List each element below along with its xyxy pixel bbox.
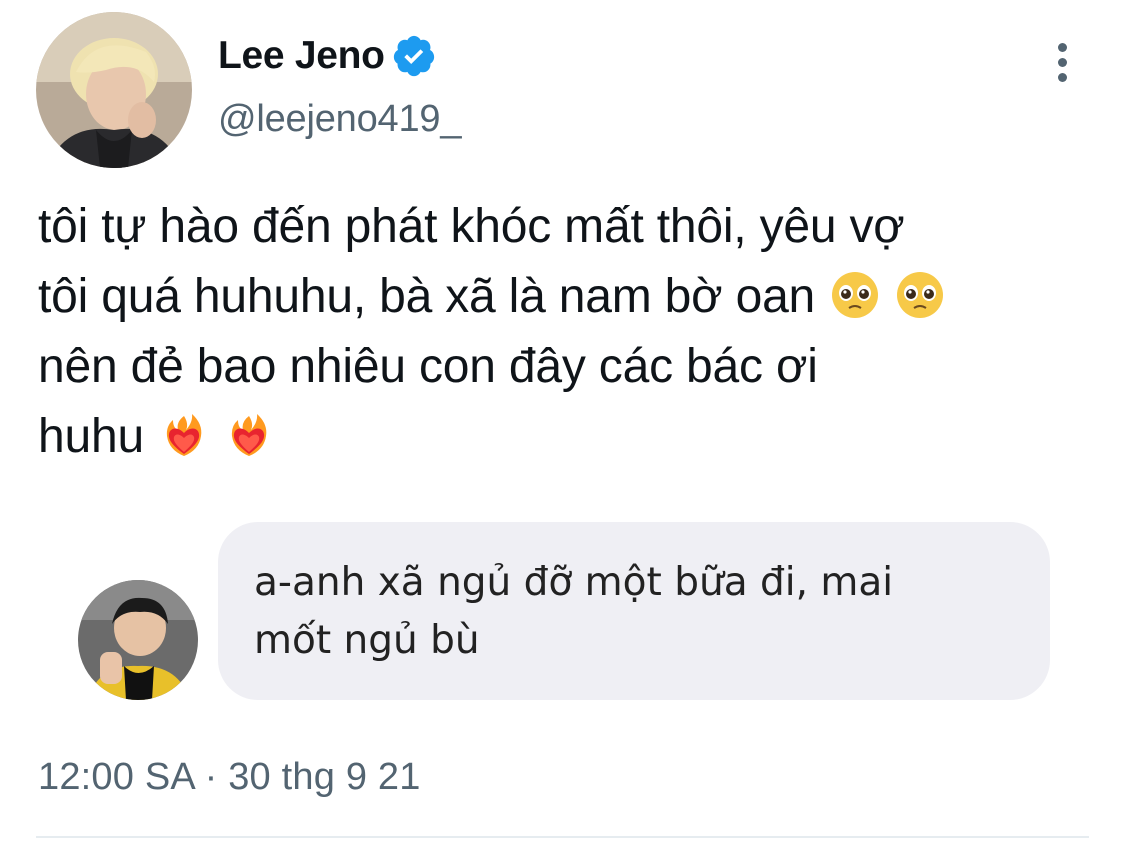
author-handle[interactable]: @leejeno419_: [218, 98, 461, 141]
pleading-face-icon: [897, 272, 944, 318]
tweet-text-line: nên đẻ bao nhiêu con đây các bác ơi: [38, 340, 818, 393]
pleading-face-icon: [832, 272, 879, 318]
tweet-text: tôi tự hào đến phát khóc mất thôi, yêu v…: [38, 192, 1098, 472]
heart-on-fire-icon: [232, 414, 267, 456]
reply-avatar: [78, 580, 198, 700]
reply-message-bubble: a-anh xã ngủ đỡ một bữa đi, mai mốt ngủ …: [218, 522, 1050, 700]
reply-message-line: a-anh xã ngủ đỡ một bữa đi, mai: [254, 560, 894, 605]
reply-message-text: a-anh xã ngủ đỡ một bữa đi, mai mốt ngủ …: [254, 554, 1014, 670]
divider: [36, 836, 1089, 838]
author-name-row[interactable]: Lee Jeno: [218, 30, 437, 82]
profile-photo-icon: [78, 580, 198, 700]
author-display-name[interactable]: Lee Jeno: [218, 34, 385, 78]
more-options-icon[interactable]: [1040, 40, 1084, 84]
reply-message-line: mốt ngủ bù: [254, 618, 480, 663]
profile-photo-icon: [36, 12, 192, 168]
tweet-text-line: tôi quá huhuhu, bà xã là nam bờ oan: [38, 262, 1098, 332]
verified-badge-icon: [391, 33, 437, 79]
tweet-text-line: huhu: [38, 402, 1098, 472]
author-avatar[interactable]: [36, 12, 192, 168]
heart-on-fire-icon: [167, 414, 202, 456]
tweet-timestamp[interactable]: 12:00 SA · 30 thg 9 21: [38, 756, 421, 799]
tweet-text-line: tôi tự hào đến phát khóc mất thôi, yêu v…: [38, 200, 905, 253]
